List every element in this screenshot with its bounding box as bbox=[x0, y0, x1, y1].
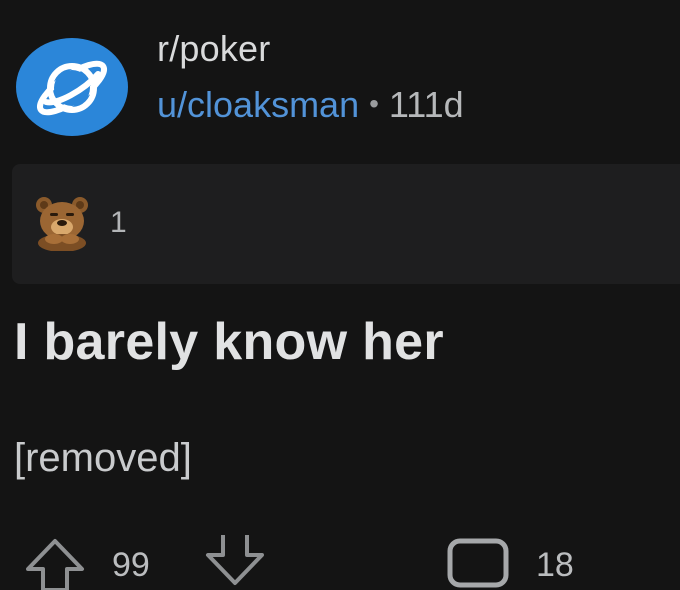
post-age: 111d bbox=[388, 84, 464, 125]
subreddit-avatar[interactable] bbox=[16, 38, 128, 136]
downvote-button[interactable] bbox=[200, 531, 270, 590]
vote-score: 99 bbox=[112, 546, 150, 584]
planet-icon bbox=[36, 60, 108, 116]
comments-button[interactable] bbox=[444, 535, 514, 590]
post-card: r/poker u/cloaksman • 111d 1 I barely know… bbox=[0, 0, 680, 590]
meta-separator: • bbox=[369, 88, 379, 119]
post-body: [removed] bbox=[14, 436, 192, 480]
post-title[interactable]: I barely know her bbox=[14, 312, 444, 372]
subreddit-name[interactable]: r/poker bbox=[157, 28, 270, 70]
bear-award-icon bbox=[32, 195, 92, 256]
downvote-arrow-icon bbox=[206, 531, 264, 585]
author-username[interactable]: u/cloaksman bbox=[157, 84, 359, 125]
upvote-button[interactable] bbox=[20, 535, 90, 590]
award-count: 1 bbox=[110, 206, 127, 239]
comment-count: 18 bbox=[536, 546, 574, 584]
comment-icon bbox=[447, 538, 509, 588]
post-meta: u/cloaksman • 111d bbox=[157, 84, 464, 126]
upvote-arrow-icon bbox=[26, 539, 84, 590]
